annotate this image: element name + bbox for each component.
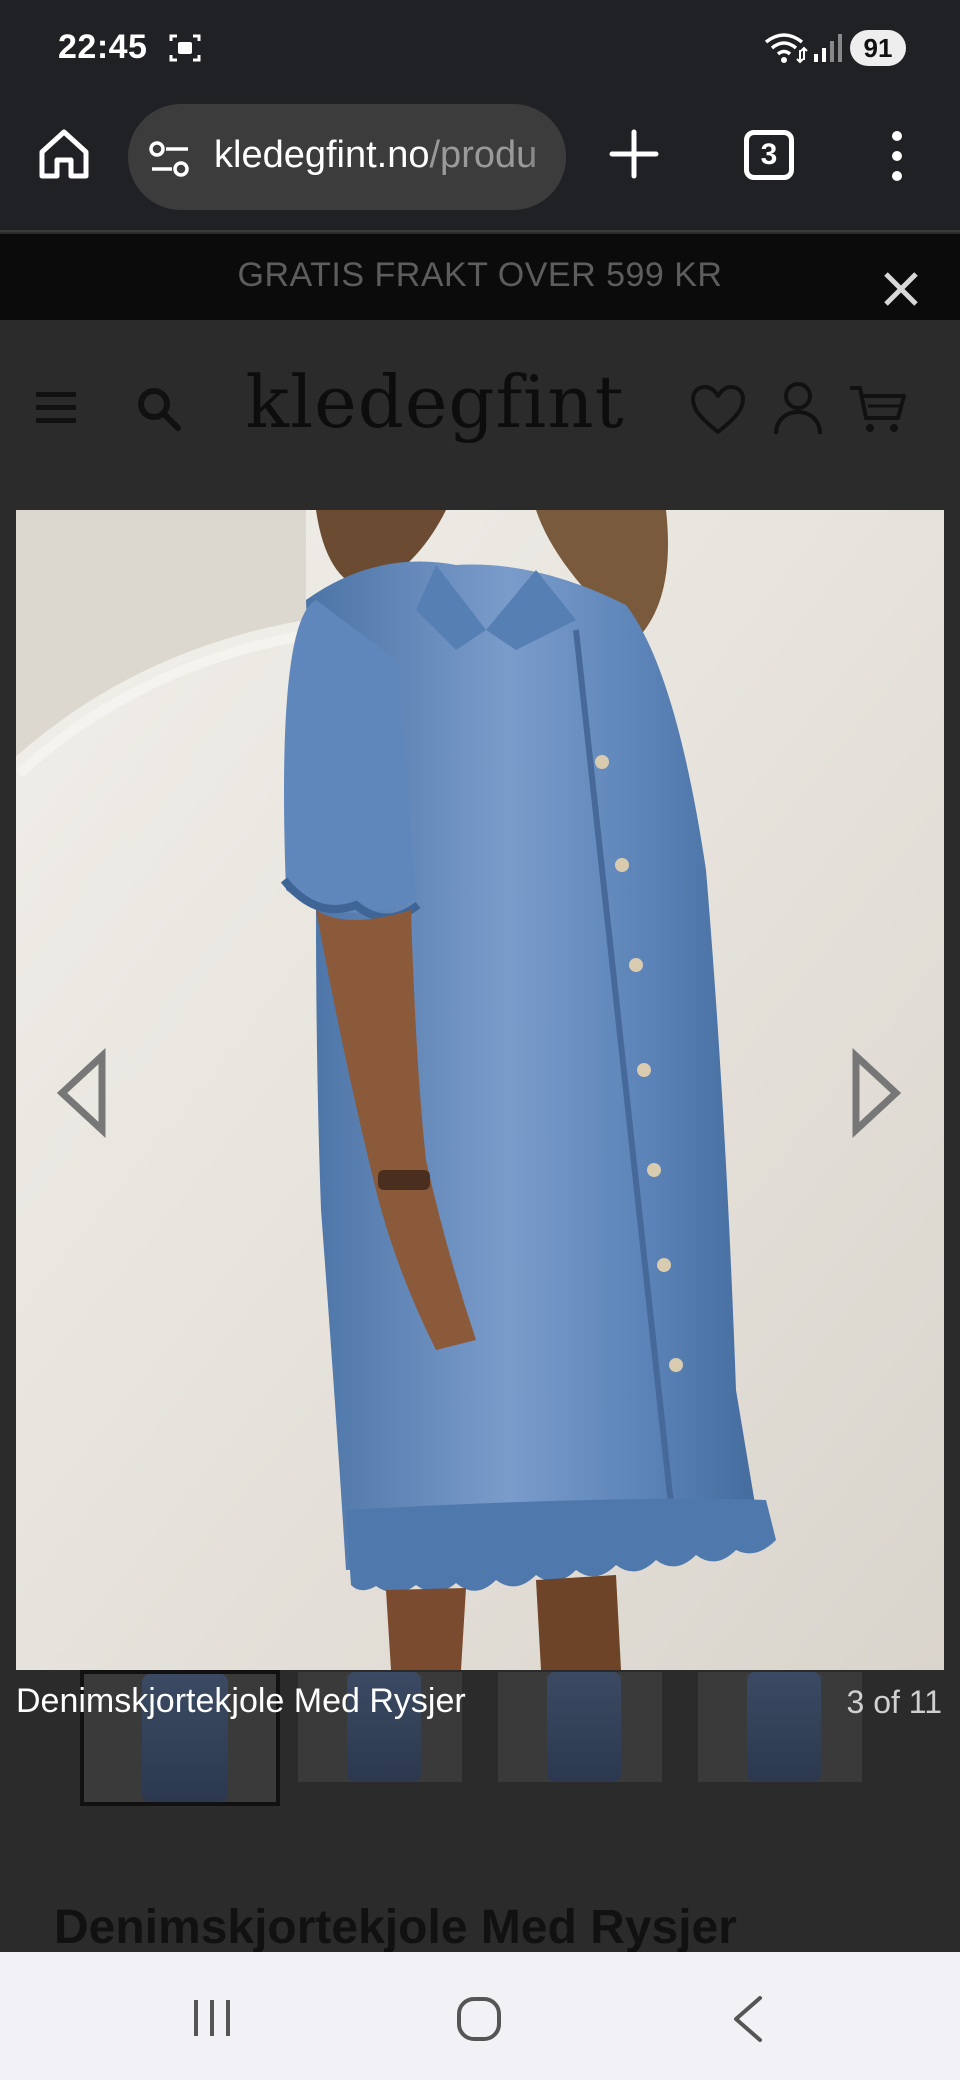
chevron-right-icon[interactable]: [846, 1048, 906, 1138]
home-circle-icon[interactable]: [456, 1996, 502, 2042]
search-icon[interactable]: [134, 384, 182, 432]
gallery-caption: Denimskjortekjole Med Rysjer: [16, 1682, 466, 1720]
menu-icon[interactable]: [34, 388, 78, 428]
battery-indicator: 91: [850, 30, 906, 66]
promo-text: GRATIS FRAKT OVER 599 KR: [237, 256, 723, 294]
cart-icon[interactable]: [848, 382, 908, 436]
gallery-counter: 3 of 11: [846, 1684, 942, 1720]
product-photo: [16, 510, 944, 1670]
address-bar[interactable]: kledegfint.no/produ: [128, 104, 566, 210]
back-icon[interactable]: [730, 1994, 766, 2044]
url-domain: kledegfint.no: [214, 134, 430, 176]
thumbnail[interactable]: [498, 1672, 662, 1782]
signal-icon: [814, 34, 842, 62]
plus-icon[interactable]: [606, 126, 662, 182]
tab-switcher-button[interactable]: 3: [744, 130, 794, 180]
url-fade: [526, 104, 566, 210]
promo-banner: GRATIS FRAKT OVER 599 KR: [0, 234, 960, 320]
wifi-icon: [764, 33, 808, 64]
browser-toolbar: kledegfint.no/produ 3: [0, 96, 960, 232]
user-icon[interactable]: [772, 380, 824, 436]
url-path: /produ: [429, 134, 538, 176]
product-title: Denimskjortekjole Med Rysjer: [54, 1901, 737, 1954]
recents-icon[interactable]: [190, 1998, 234, 2038]
site-logo[interactable]: kledegfint: [240, 360, 630, 444]
thumbnail[interactable]: [698, 1672, 862, 1782]
home-icon[interactable]: [34, 124, 94, 184]
more-vert-icon[interactable]: [878, 128, 916, 184]
system-nav-bar: [0, 1952, 960, 2080]
site-header: kledegfint: [0, 320, 960, 492]
chevron-left-icon[interactable]: [52, 1048, 112, 1138]
product-image[interactable]: [16, 510, 944, 1670]
status-time: 22:45: [58, 28, 148, 66]
screenshot-icon: [169, 34, 201, 62]
status-bar: 22:45 91: [0, 0, 960, 96]
site-settings-icon[interactable]: [148, 140, 192, 178]
close-icon[interactable]: [880, 268, 922, 310]
heart-icon[interactable]: [690, 384, 746, 436]
url-text: kledegfint.no/produ: [214, 134, 537, 177]
